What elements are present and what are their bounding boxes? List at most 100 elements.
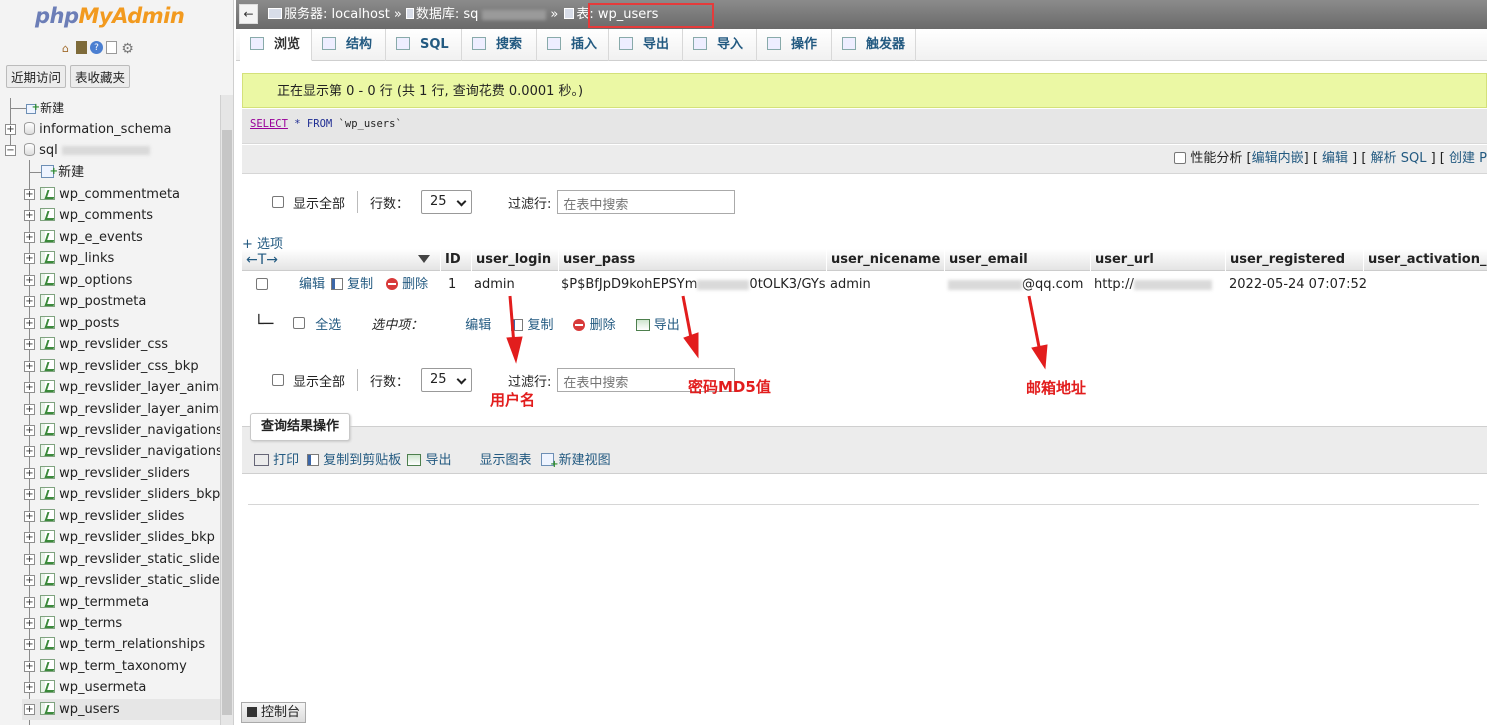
console-toggle[interactable]: 控制台 [241, 702, 307, 723]
expand-icon[interactable]: + [24, 296, 35, 307]
tree-table-item[interactable]: + wp_revslider_navigations [22, 441, 223, 462]
column-header[interactable]: user_email [944, 249, 1090, 271]
sort-direction-icon[interactable] [400, 249, 440, 271]
expand-icon[interactable]: + [24, 597, 35, 608]
copy-to-clipboard-button[interactable]: 复制到剪贴板 [307, 449, 401, 468]
column-arrows[interactable]: ←T→ [242, 249, 300, 271]
tree-new-database[interactable]: 新建 [10, 97, 64, 119]
gear-icon[interactable]: ⚙ [120, 41, 135, 57]
tab-import[interactable]: 导入 [683, 29, 757, 61]
create-php-code-link[interactable]: 创建 P [1449, 151, 1487, 166]
expand-icon[interactable]: + [24, 489, 35, 500]
cell-user-registered[interactable]: 2022-05-24 07:07:52 [1225, 272, 1367, 298]
tree-table-item[interactable]: + wp_revslider_sliders [22, 463, 190, 484]
row-edit-button[interactable]: 编辑 [295, 272, 325, 298]
tree-table-item[interactable]: + wp_revslider_static_slides [22, 570, 227, 591]
sidebar-scrollbar-thumb[interactable] [222, 130, 232, 715]
edit-inline-link[interactable]: 编辑内嵌 [1252, 151, 1304, 166]
tree-table-item[interactable]: + wp_term_relationships [22, 634, 205, 655]
expand-icon[interactable]: + [24, 210, 35, 221]
expand-icon[interactable]: + [24, 253, 35, 264]
expand-icon[interactable]: + [24, 511, 35, 522]
column-header[interactable]: user_registered [1225, 249, 1363, 271]
tab-operations[interactable]: 操作 [757, 29, 832, 61]
tree-table-item[interactable]: + wp_users [22, 699, 220, 720]
tree-table-item[interactable]: + wp_commentmeta [22, 184, 180, 205]
expand-icon[interactable]: + [24, 704, 35, 715]
tree-table-item[interactable]: + wp_comments [22, 205, 153, 226]
row-checkbox[interactable] [256, 278, 268, 290]
expand-icon[interactable]: + [24, 532, 35, 543]
tree-table-item[interactable]: + wp_posts [22, 313, 119, 334]
row-delete-button[interactable]: 删除 [382, 272, 428, 298]
tree-table-item[interactable]: + wp_revslider_sliders_bkp [22, 484, 220, 505]
column-header[interactable]: user_nicename [826, 249, 944, 271]
docs-icon[interactable] [106, 41, 117, 54]
collapse-icon[interactable]: − [5, 145, 16, 156]
tree-table-item[interactable]: + wp_revslider_css [22, 334, 168, 355]
cell-user-email[interactable]: @qq.com [944, 272, 1090, 298]
expand-icon[interactable]: + [24, 318, 35, 329]
show-all-checkbox[interactable] [272, 196, 284, 208]
tree-table-item[interactable]: + wp_revslider_slides [22, 506, 184, 527]
cell-user-nicename[interactable]: admin [826, 272, 871, 298]
tab-search[interactable]: 搜索 [462, 29, 537, 61]
tree-table-item[interactable]: + wp_usermeta [22, 677, 146, 698]
row-copy-button[interactable]: 复制 [327, 272, 373, 298]
cell-id[interactable]: 1 [444, 272, 456, 298]
tree-db-current[interactable]: − sql [0, 140, 150, 161]
edit-sql-link[interactable]: 编辑 [1322, 151, 1348, 166]
collapse-nav-button[interactable]: ← [239, 4, 258, 24]
home-icon[interactable]: ⌂ [58, 41, 73, 56]
expand-icon[interactable]: + [24, 468, 35, 479]
expand-icon[interactable]: + [24, 189, 35, 200]
expand-icon[interactable]: + [24, 404, 35, 415]
bulk-delete-button[interactable]: 删除 [573, 314, 616, 333]
expand-icon[interactable]: + [24, 361, 35, 372]
print-button[interactable]: 打印 [254, 449, 299, 468]
tree-table-item[interactable]: + wp_e_events [22, 227, 143, 248]
phpmyadmin-logo[interactable]: phpMyAdmin [35, 4, 185, 28]
profiling-checkbox[interactable] [1174, 152, 1187, 164]
tree-table-item[interactable]: + wp_links [22, 248, 114, 269]
filter-rows-input[interactable]: 在表中搜索 [557, 190, 736, 214]
check-all-label[interactable]: 全选 [315, 314, 341, 333]
expand-icon[interactable]: + [24, 618, 35, 629]
tree-table-item[interactable]: + wp_postmeta [22, 291, 146, 312]
tree-table-item[interactable]: + wp_revslider_static_slides [22, 549, 227, 570]
expand-icon[interactable]: + [24, 382, 35, 393]
cell-user-pass[interactable]: $P$BfJpD9kohEPSYm 0tOLK3/GYs. [557, 272, 825, 298]
column-header[interactable]: user_activation_ke [1363, 249, 1487, 271]
bulk-edit-button[interactable]: 编辑 [465, 314, 491, 333]
tree-table-item[interactable]: + wp_revslider_css_bkp [22, 356, 199, 377]
tree-table-item[interactable]: + wp_revslider_layer_anima [22, 399, 227, 420]
expand-icon[interactable]: + [24, 661, 35, 672]
export-button[interactable]: 导出 [407, 449, 451, 468]
tab-structure[interactable]: 结构 [312, 29, 386, 61]
expand-icon[interactable]: + [24, 554, 35, 565]
expand-icon[interactable]: + [5, 124, 16, 135]
breadcrumb-server[interactable]: 服务器: localhost [268, 0, 390, 29]
logout-icon[interactable] [76, 41, 87, 54]
tree-table-item[interactable]: + wp_revslider_navigations [22, 420, 223, 441]
tree-db-information-schema[interactable]: + information_schema [0, 119, 171, 140]
bulk-copy-button[interactable]: 复制 [511, 314, 553, 333]
expand-icon[interactable]: + [24, 425, 35, 436]
tab-browse[interactable]: 浏览 [240, 29, 312, 61]
tab-insert[interactable]: 插入 [537, 29, 609, 61]
tree-new-table[interactable]: 新建 [29, 161, 84, 183]
tab-triggers[interactable]: 触发器 [832, 29, 916, 61]
expand-icon[interactable]: + [24, 446, 35, 457]
rows-per-page-select-bottom[interactable]: 25 [421, 368, 473, 392]
expand-icon[interactable]: + [24, 339, 35, 350]
recent-tables-button[interactable]: 近期访问 [6, 65, 67, 88]
tree-table-item[interactable]: + wp_termmeta [22, 592, 149, 613]
tree-table-item[interactable]: + wp_term_taxonomy [22, 656, 187, 677]
cell-user-url[interactable]: http:// [1090, 272, 1224, 298]
show-chart-button[interactable]: 显示图表 [479, 449, 531, 468]
expand-icon[interactable]: + [24, 232, 35, 243]
column-header[interactable]: user_url [1090, 249, 1225, 271]
tab-sql[interactable]: SQL [386, 29, 462, 61]
show-all-checkbox-bottom[interactable] [272, 374, 284, 386]
column-header[interactable]: user_login [471, 249, 558, 271]
